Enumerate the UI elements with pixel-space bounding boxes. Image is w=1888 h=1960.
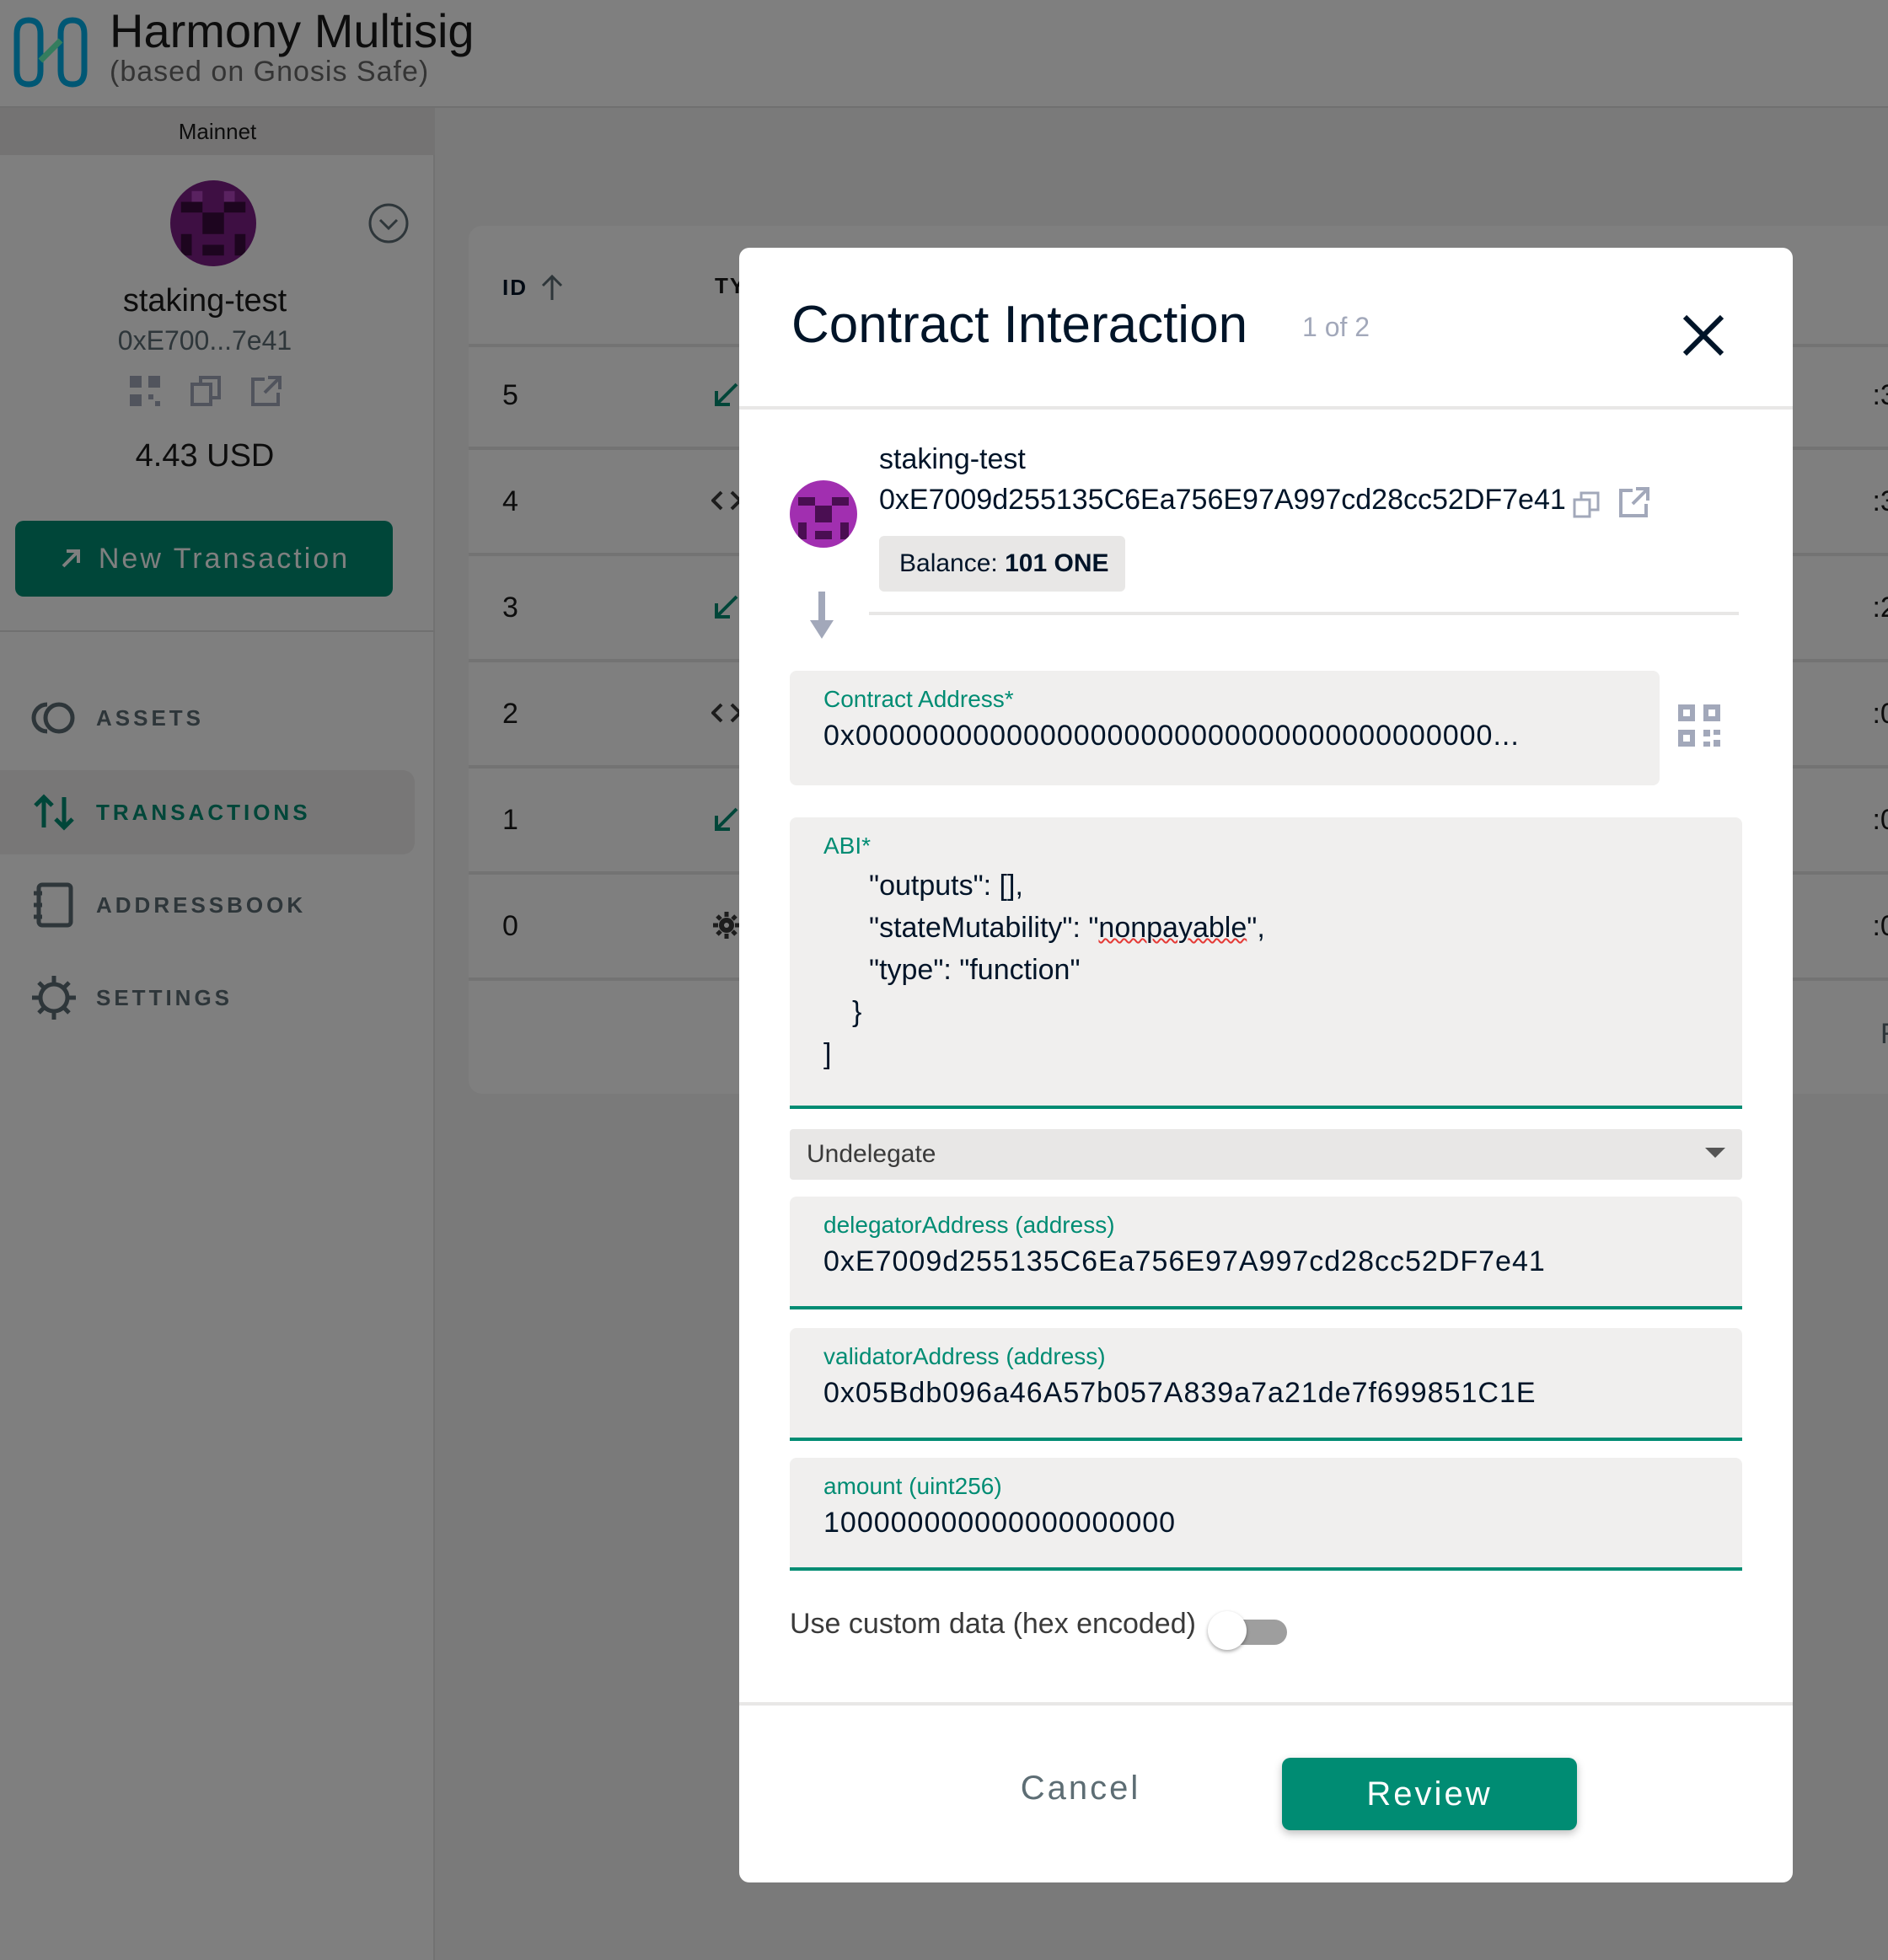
validator-address-field[interactable]: validatorAddress (address) 0x05Bdb096a46… <box>790 1328 1742 1441</box>
contract-address-value: 0x00000000000000000000000000000000000000… <box>823 720 1520 752</box>
param-value: 0xE7009d255135C6Ea756E97A997cd28cc52DF7e… <box>823 1245 1546 1277</box>
scan-qr-icon[interactable] <box>1676 703 1722 748</box>
modal-header-divider <box>739 406 1793 410</box>
param-value: 0x05Bdb096a46A57b057A839a7a21de7f699851C… <box>823 1377 1537 1409</box>
cancel-button[interactable]: Cancel <box>984 1756 1177 1820</box>
close-icon[interactable] <box>1676 308 1730 362</box>
modal-title: Contract Interaction <box>791 296 1248 354</box>
abi-line: "outputs": [], <box>869 870 1023 902</box>
copy-icon[interactable] <box>1572 490 1601 519</box>
method-select-value: Undelegate <box>807 1140 936 1168</box>
param-label: delegatorAddress (address) <box>823 1212 1115 1238</box>
arrow-down-icon <box>810 592 834 639</box>
abi-content: "outputs": [], "stateMutability": "nonpa… <box>823 865 1265 1075</box>
toggle-thumb <box>1208 1611 1247 1650</box>
abi-line-part: nonpayable <box>1098 912 1247 944</box>
balance-value: 101 ONE <box>1005 549 1109 577</box>
abi-line: ] <box>823 1038 832 1070</box>
contract-address-field[interactable]: Contract Address* 0x00000000000000000000… <box>790 671 1660 785</box>
custom-data-label: Use custom data (hex encoded) <box>790 1608 1196 1640</box>
abi-line-part: ", <box>1247 912 1265 944</box>
sender-avatar <box>790 480 857 548</box>
modal-step-indicator: 1 of 2 <box>1302 312 1370 342</box>
field-underline <box>790 1438 1742 1441</box>
abi-label: ABI* <box>823 833 872 859</box>
modal-footer-divider <box>739 1702 1793 1706</box>
abi-line: } <box>852 996 862 1028</box>
custom-data-toggle[interactable] <box>1208 1611 1292 1650</box>
param-value: 100000000000000000000 <box>823 1507 1177 1539</box>
param-label: validatorAddress (address) <box>823 1343 1106 1369</box>
abi-line-part: "stateMutability": " <box>869 912 1099 944</box>
delegator-address-field[interactable]: delegatorAddress (address) 0xE7009d25513… <box>790 1197 1742 1309</box>
contract-interaction-modal: Contract Interaction 1 of 2 staking-test… <box>739 248 1793 1882</box>
abi-line: "stateMutability": "nonpayable", <box>823 912 1265 944</box>
external-link-icon[interactable] <box>1617 485 1651 519</box>
sender-address: 0xE7009d255135C6Ea756E97A997cd28cc52DF7e… <box>879 484 1566 516</box>
amount-field[interactable]: amount (uint256) 100000000000000000000 <box>790 1458 1742 1571</box>
field-underline <box>790 1106 1742 1109</box>
sender-divider <box>869 612 1739 615</box>
field-underline <box>790 1306 1742 1309</box>
field-underline <box>790 1567 1742 1571</box>
param-label: amount (uint256) <box>823 1473 1002 1499</box>
sender-balance: Balance: 101 ONE <box>879 536 1125 592</box>
abi-line: "type": "function" <box>869 954 1081 986</box>
dropdown-caret-icon <box>1705 1148 1725 1158</box>
review-button[interactable]: Review <box>1282 1758 1577 1830</box>
abi-textarea[interactable]: ABI* "outputs": [], "stateMutability": "… <box>790 817 1742 1109</box>
method-select[interactable]: Undelegate <box>790 1129 1742 1180</box>
contract-address-label: Contract Address* <box>823 686 1014 712</box>
balance-label: Balance: <box>899 549 998 577</box>
sender-name: staking-test <box>879 443 1026 475</box>
